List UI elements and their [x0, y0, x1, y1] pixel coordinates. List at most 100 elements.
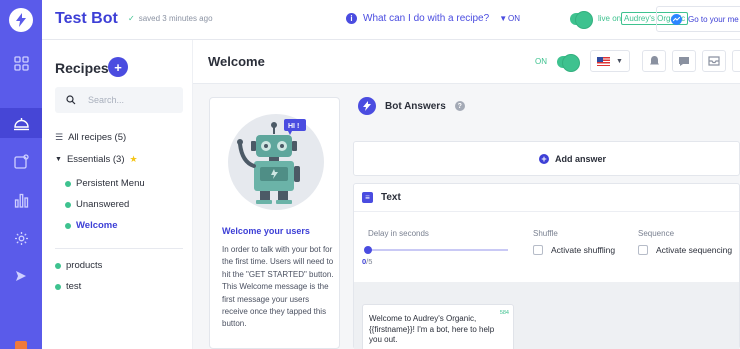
add-answer-label: Add answer	[555, 153, 607, 164]
live-on-label: live on	[598, 14, 622, 23]
message-text: Welcome to Audrey's Organic, {{firstname…	[369, 314, 495, 344]
divider	[55, 248, 183, 249]
bolt-icon	[358, 97, 376, 115]
all-recipes-label: All recipes (5)	[68, 132, 127, 143]
status-dot	[55, 262, 61, 269]
recipe-label: Persistent Menu	[76, 178, 145, 189]
recipe-item-unanswered[interactable]: Unanswered	[65, 199, 129, 210]
app-logo[interactable]	[9, 8, 33, 32]
shuffle-checkbox[interactable]: Activate shuffling	[533, 245, 615, 255]
analytics-icon[interactable]	[0, 185, 42, 215]
status-dot	[65, 201, 71, 208]
text-icon: ≡	[362, 192, 373, 203]
recipe-label: Welcome	[76, 220, 118, 231]
bot-name[interactable]: Test Bot	[55, 10, 118, 28]
dashboard-icon[interactable]	[0, 48, 42, 78]
recipes-sidebar: Recipes + ☰ All recipes (5) ▼ Essentials…	[42, 40, 193, 349]
welcome-card-title: Welcome your users	[222, 226, 310, 236]
essentials-group[interactable]: ▼ Essentials (3) ★	[55, 154, 138, 165]
recipe-item-test[interactable]: test	[55, 281, 81, 292]
delay-value: 0/5	[362, 257, 373, 266]
messenger-icon	[671, 13, 682, 25]
plus-icon: +	[539, 153, 549, 164]
check-icon: ✓	[128, 14, 135, 23]
recipe-label: Unanswered	[76, 199, 130, 210]
recipe-status-label: ON	[535, 57, 547, 66]
recipe-item-welcome[interactable]: Welcome	[65, 220, 118, 231]
bolt-icon	[16, 13, 26, 27]
char-count: 584	[499, 310, 509, 316]
status-dot	[55, 283, 61, 290]
recipes-title: Recipes	[55, 60, 109, 76]
shuffle-label: Shuffle	[533, 229, 558, 238]
caret-down-icon: ▼	[616, 57, 623, 65]
bot-live-toggle[interactable]	[570, 11, 593, 29]
delay-slider-handle[interactable]	[364, 246, 372, 254]
message-preview-area: 584 Welcome to Audrey's Organic, {{first…	[354, 282, 739, 349]
top-bar: Test Bot ✓ saved 3 minutes ago i What can…	[42, 0, 740, 40]
caret-down-icon: ▼	[55, 156, 62, 163]
status-dot	[65, 180, 71, 187]
info-icon: i	[346, 13, 357, 24]
send-icon[interactable]	[0, 261, 42, 291]
recipes-icon[interactable]	[0, 108, 42, 138]
inbox-icon	[708, 56, 720, 66]
sequence-label: Sequence	[638, 229, 675, 238]
add-answer-button[interactable]: + Add answer	[353, 141, 740, 176]
broadcast-icon[interactable]	[0, 146, 42, 176]
bot-status-label: ON	[508, 14, 520, 23]
saved-status: ✓ saved 3 minutes ago	[128, 14, 213, 23]
inbox-button[interactable]	[702, 50, 726, 72]
more-button[interactable]	[732, 50, 740, 72]
text-block-title: Text	[381, 192, 401, 203]
sequence-option-label: Activate sequencing	[656, 245, 733, 255]
page-title: Welcome	[208, 54, 265, 69]
us-flag-icon	[597, 56, 611, 66]
notification-badge[interactable]	[15, 341, 27, 349]
all-recipes-filter[interactable]: ☰ All recipes (5)	[55, 132, 126, 143]
greeting-badge: HI !	[288, 123, 299, 130]
editor-header: Welcome ON ▼	[193, 40, 740, 84]
bot-answers-header: Bot Answers ?	[358, 97, 465, 115]
checkbox[interactable]	[533, 245, 543, 255]
search-input[interactable]	[88, 95, 168, 105]
shuffle-option-label: Activate shuffling	[551, 245, 616, 255]
goto-messenger-button[interactable]: Go to your me	[656, 6, 740, 32]
caret-down-icon: ▼	[499, 14, 508, 23]
preview-button[interactable]	[672, 50, 696, 72]
recipe-active-toggle[interactable]	[557, 54, 580, 72]
help-dropdown[interactable]: i What can I do with a recipe? ▼	[346, 13, 507, 24]
language-select[interactable]: ▼	[590, 50, 630, 72]
recipe-item-products[interactable]: products	[55, 260, 102, 271]
goto-label: Go to your me	[688, 14, 739, 24]
delay-label: Delay in seconds	[368, 229, 429, 238]
checkbox[interactable]	[638, 245, 648, 255]
text-answer-block: ≡ Text Delay in seconds 0/5 Shuffle Acti…	[353, 183, 740, 349]
add-recipe-button[interactable]: +	[108, 57, 128, 77]
settings-icon[interactable]	[0, 223, 42, 253]
sequence-checkbox[interactable]: Activate sequencing	[638, 245, 732, 255]
status-dot	[65, 222, 71, 229]
recipe-editor: Welcome ON ▼ HI ! Welcome your users In …	[193, 40, 740, 349]
welcome-card-description: In order to talk with your bot for the f…	[222, 245, 334, 329]
help-icon[interactable]: ?	[454, 101, 465, 111]
recipe-search[interactable]	[55, 87, 183, 113]
recipe-item-persistent-menu[interactable]: Persistent Menu	[65, 178, 145, 189]
help-link-label: What can I do with a recipe?	[363, 13, 490, 24]
search-icon	[66, 95, 76, 105]
recipe-label: test	[66, 281, 82, 292]
welcome-info-card: HI ! Welcome your users In order to talk…	[209, 97, 340, 349]
message-text-bubble[interactable]: 584 Welcome to Audrey's Organic, {{first…	[362, 304, 514, 349]
robot-illustration: HI !	[237, 119, 306, 204]
notification-button[interactable]	[642, 50, 666, 72]
text-block-header: ≡ Text	[354, 184, 739, 212]
bell-icon	[649, 56, 659, 66]
recipe-label: products	[66, 260, 103, 271]
essentials-label: Essentials (3)	[66, 154, 125, 165]
delay-slider[interactable]	[364, 246, 508, 254]
chat-icon	[679, 56, 689, 66]
delay-slider-fill	[368, 249, 508, 251]
section-title: Bot Answers	[385, 100, 446, 112]
nav-rail	[0, 0, 42, 349]
list-icon: ☰	[55, 132, 64, 142]
